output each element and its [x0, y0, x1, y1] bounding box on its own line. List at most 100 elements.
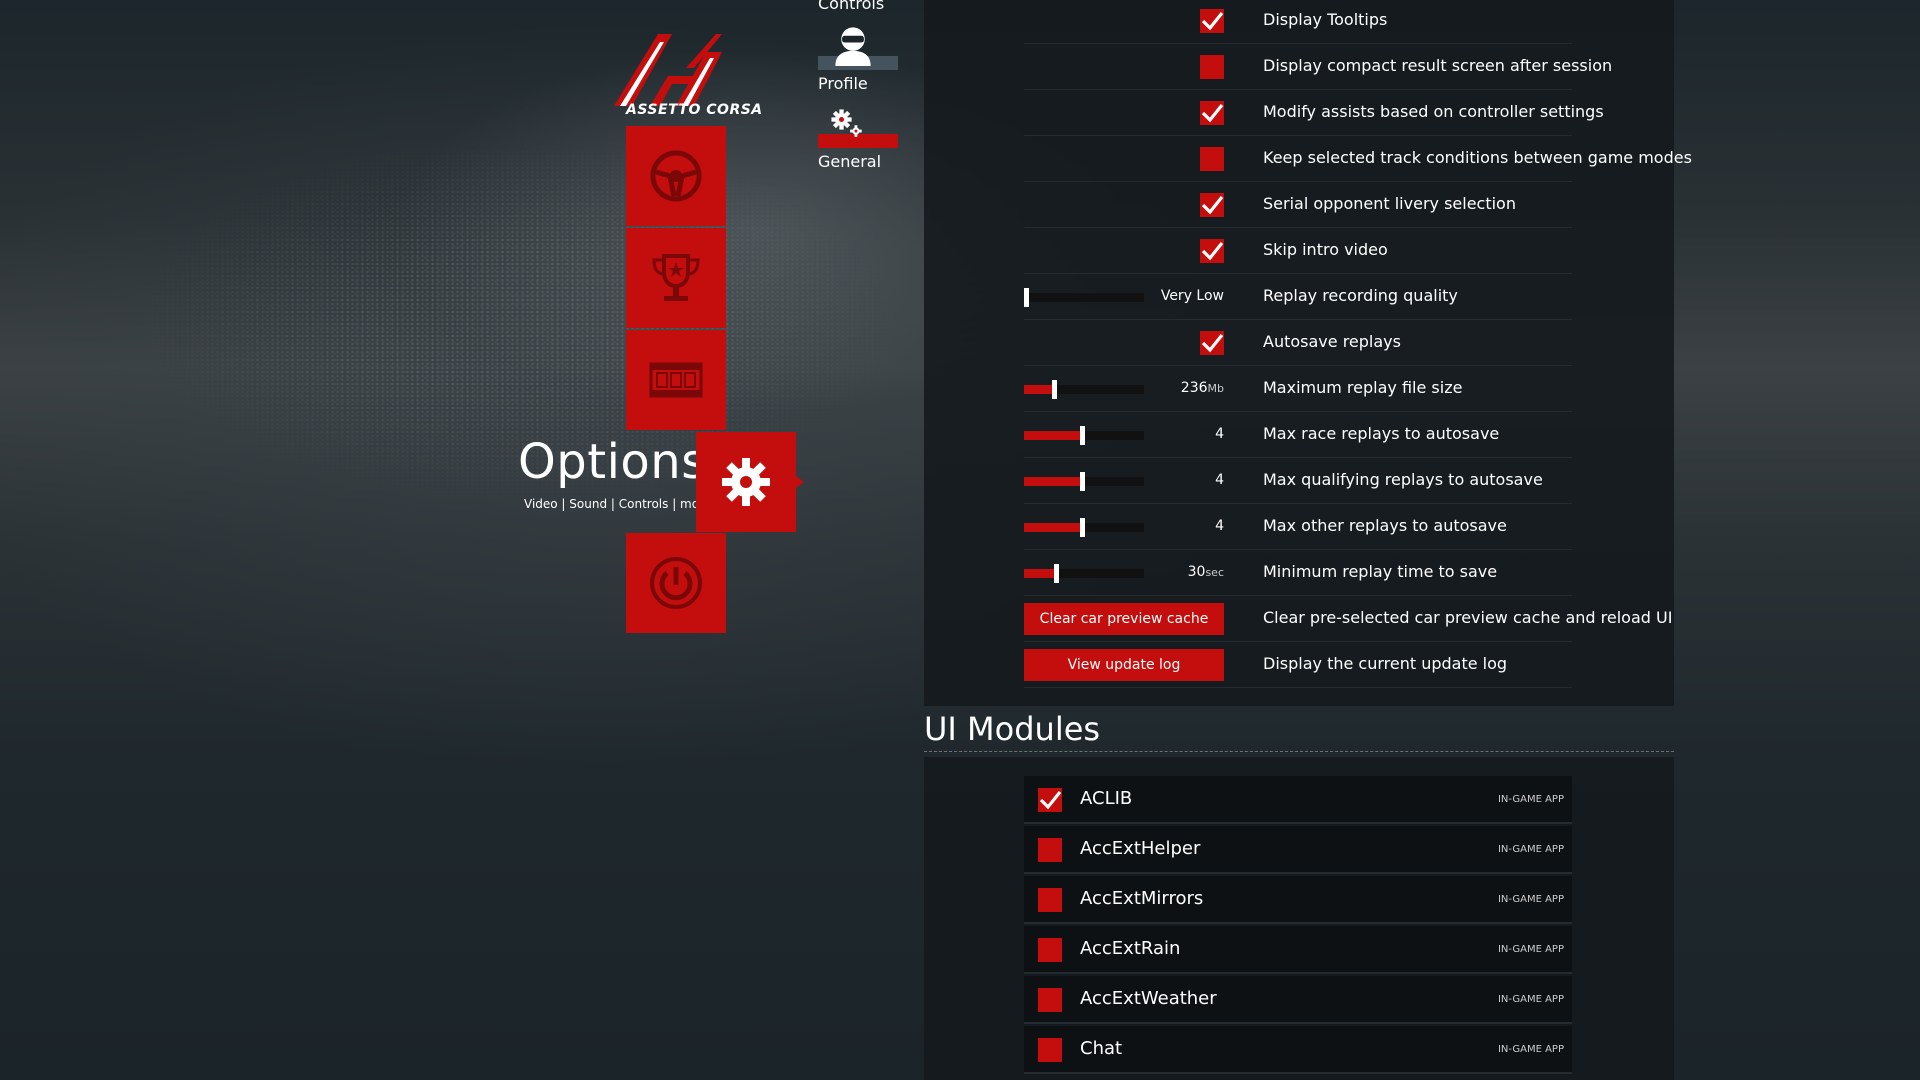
career-tile[interactable] — [626, 228, 726, 328]
power-icon — [650, 557, 702, 609]
module-row-chat: Chat IN-GAME APP — [1024, 1026, 1572, 1074]
slider-fill — [1024, 523, 1082, 532]
quit-tile[interactable] — [626, 533, 726, 633]
setting-row-max-race-replays-to-autosave: 4 Max race replays to autosave — [1024, 412, 1572, 458]
setting-label: Keep selected track conditions between g… — [1263, 148, 1692, 167]
section-title: Options — [518, 434, 707, 490]
slider-replay-recording-quality[interactable] — [1024, 288, 1144, 307]
setting-row-max-qualifying-replays-to-autosave: 4 Max qualifying replays to autosave — [1024, 458, 1572, 504]
setting-label: Replay recording quality — [1263, 286, 1458, 305]
module-checkbox-accextrain[interactable] — [1038, 938, 1062, 962]
slider-maximum-replay-file-size[interactable] — [1024, 380, 1144, 399]
module-checkbox-accextmirrors[interactable] — [1038, 888, 1062, 912]
checkbox-autosave-replays[interactable] — [1200, 331, 1224, 355]
module-row-accexthelper: AccExtHelper IN-GAME APP — [1024, 826, 1572, 874]
setting-row-maximum-replay-file-size: 236Mb Maximum replay file size — [1024, 366, 1572, 412]
module-name: ACLIB — [1080, 788, 1133, 809]
slider-handle[interactable] — [1054, 564, 1060, 583]
setting-row-keep-selected-track-conditions-between-game-modes: Keep selected track conditions between g… — [1024, 136, 1692, 182]
checkmark-icon — [1201, 104, 1224, 123]
module-row-accextweather: AccExtWeather IN-GAME APP — [1024, 976, 1572, 1024]
module-name: AccExtWeather — [1080, 988, 1217, 1009]
checkbox-skip-intro-video[interactable] — [1200, 239, 1224, 263]
slider-value: 4 — [1215, 472, 1224, 488]
module-row-aclib: ACLIB IN-GAME APP — [1024, 776, 1572, 824]
slider-max-race-replays-to-autosave[interactable] — [1024, 426, 1144, 445]
setting-row-autosave-replays: Autosave replays — [1024, 320, 1572, 366]
checkbox-display-tooltips[interactable] — [1200, 9, 1224, 33]
slider-value-number: 4 — [1215, 518, 1224, 534]
checkbox-keep-selected-track-conditions-between-game-modes[interactable] — [1200, 147, 1224, 171]
module-type: IN-GAME APP — [1497, 794, 1564, 805]
checkmark-icon — [1201, 12, 1224, 31]
slider-fill — [1024, 477, 1082, 486]
setting-row-display-tooltips: Display Tooltips — [1024, 0, 1572, 44]
slider-handle[interactable] — [1079, 472, 1085, 491]
module-type: IN-GAME APP — [1497, 894, 1564, 905]
checkbox-display-compact-result-screen-after-session[interactable] — [1200, 55, 1224, 79]
subnav-controls[interactable]: Controls — [818, 0, 884, 13]
checkmark-icon — [1201, 334, 1224, 353]
module-checkbox-accexthelper[interactable] — [1038, 838, 1062, 862]
slider-value-number: 236 — [1180, 380, 1208, 396]
subnav-profile-label: Profile — [818, 74, 868, 93]
module-name: AccExtRain — [1080, 938, 1181, 959]
setting-label: Autosave replays — [1263, 332, 1401, 351]
subnav-profile[interactable]: Profile — [818, 20, 898, 93]
checkmark-icon — [1201, 242, 1224, 261]
slider-handle[interactable] — [1052, 380, 1057, 399]
checkbox-modify-assists-based-on-controller-settings[interactable] — [1200, 101, 1224, 125]
replay-tile[interactable] — [626, 330, 726, 430]
setting-row-replay-recording-quality: Very Low Replay recording quality — [1024, 274, 1572, 320]
module-checkbox-accextweather[interactable] — [1038, 988, 1062, 1012]
module-name: AccExtMirrors — [1080, 888, 1204, 909]
gear-icon — [722, 458, 770, 506]
view-update-log-button[interactable]: View update log — [1024, 649, 1224, 681]
setting-row-minimum-replay-time-to-save: 30sec Minimum replay time to save — [1024, 550, 1572, 596]
slider-max-other-replays-to-autosave[interactable] — [1024, 518, 1144, 537]
setting-label: Max other replays to autosave — [1263, 516, 1507, 535]
drive-tile[interactable] — [626, 126, 726, 226]
setting-label: Serial opponent livery selection — [1263, 194, 1516, 213]
setting-row-max-other-replays-to-autosave: 4 Max other replays to autosave — [1024, 504, 1572, 550]
setting-row-skip-intro-video: Skip intro video — [1024, 228, 1572, 274]
module-row-accextmirrors: AccExtMirrors IN-GAME APP — [1024, 876, 1572, 924]
setting-label: Display Tooltips — [1263, 10, 1388, 29]
checkbox-serial-opponent-livery-selection[interactable] — [1200, 193, 1224, 217]
setting-label: Skip intro video — [1263, 240, 1388, 259]
slider-fill — [1024, 569, 1057, 578]
setting-row-serial-opponent-livery-selection: Serial opponent livery selection — [1024, 182, 1572, 228]
slider-handle[interactable] — [1079, 518, 1085, 537]
options-tile[interactable] — [696, 432, 804, 532]
module-checkbox-chat[interactable] — [1038, 1038, 1062, 1062]
steering-wheel-icon — [650, 150, 702, 202]
slider-handle[interactable] — [1024, 288, 1029, 307]
module-checkbox-aclib[interactable] — [1038, 788, 1062, 812]
setting-row-display-compact-result-screen-after-session: Display compact result screen after sess… — [1024, 44, 1612, 90]
slider-fill — [1024, 431, 1082, 440]
slider-value-unit: Mb — [1207, 382, 1224, 395]
module-name: Chat — [1080, 1038, 1123, 1059]
slider-value-number: 30 — [1187, 564, 1206, 580]
section-subtitle: Video | Sound | Controls | more — [524, 497, 712, 511]
clear-car-preview-cache-button[interactable]: Clear car preview cache — [1024, 603, 1224, 635]
slider-fill — [1024, 385, 1054, 394]
gears-icon — [831, 109, 862, 137]
subnav-general-label: General — [818, 152, 882, 171]
setting-label: Maximum replay file size — [1263, 378, 1463, 397]
checkmark-icon — [1039, 791, 1062, 810]
setting-row-modify-assists-based-on-controller-settings: Modify assists based on controller setti… — [1024, 90, 1604, 136]
slider-value-number: 4 — [1215, 472, 1224, 488]
helmet-driver-icon — [835, 27, 871, 66]
ui-modules-divider — [924, 751, 1674, 752]
ui-modules-title: UI Modules — [924, 710, 1101, 748]
module-type: IN-GAME APP — [1497, 844, 1564, 855]
slider-value: 4 — [1215, 426, 1224, 442]
slider-handle[interactable] — [1079, 426, 1085, 445]
subnav-general[interactable]: General — [818, 98, 898, 171]
slider-value-number: Very Low — [1160, 288, 1224, 304]
slider-value: 4 — [1215, 518, 1224, 534]
slider-max-qualifying-replays-to-autosave[interactable] — [1024, 472, 1144, 491]
module-type: IN-GAME APP — [1497, 1044, 1564, 1055]
slider-minimum-replay-time-to-save[interactable] — [1024, 564, 1144, 583]
